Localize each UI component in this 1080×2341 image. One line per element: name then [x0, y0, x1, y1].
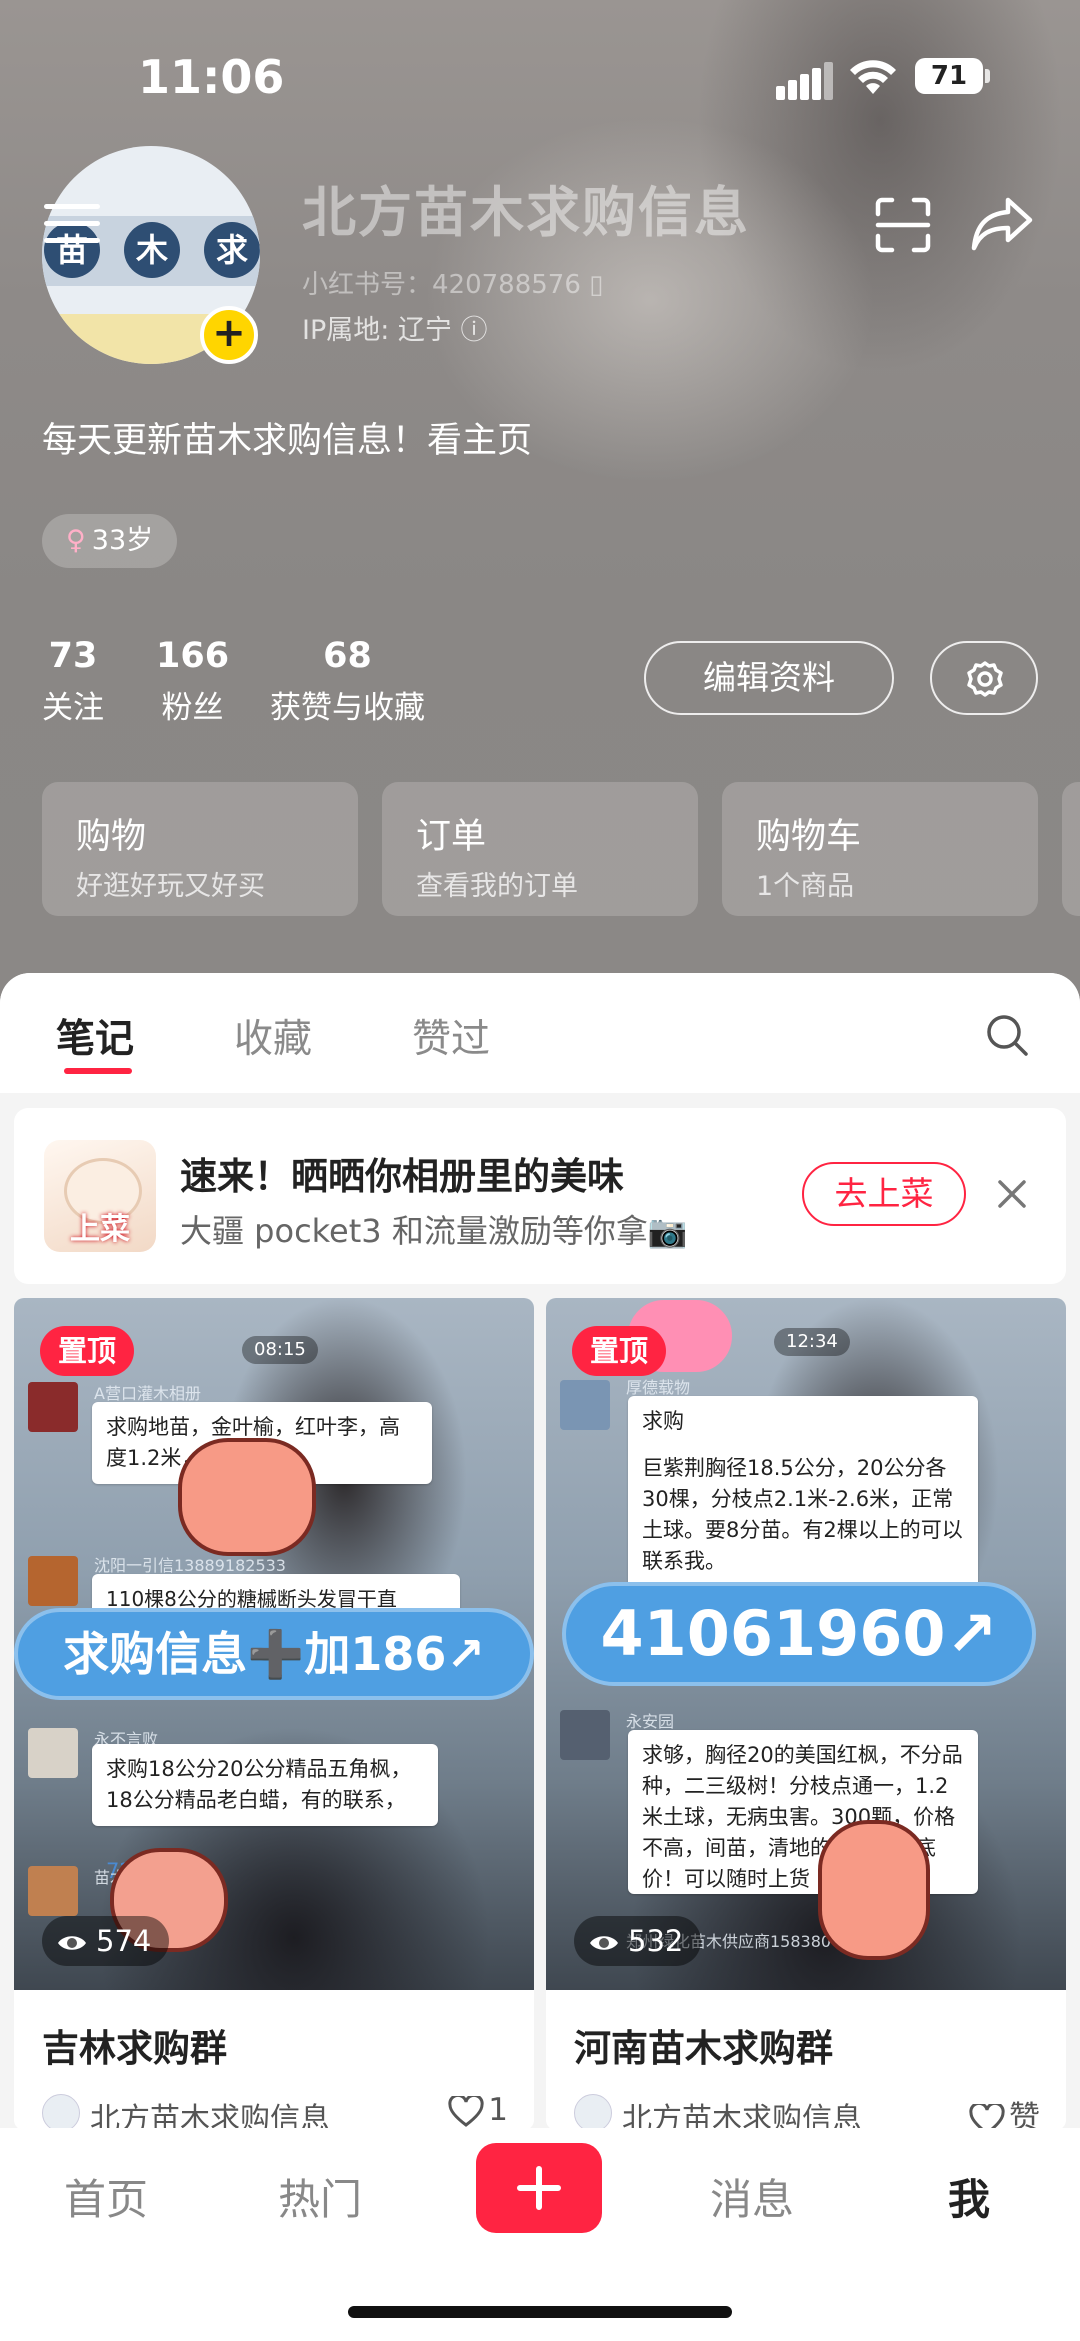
- scan-icon[interactable]: [874, 196, 932, 254]
- cellular-signal-icon: [776, 60, 833, 100]
- shortcut-shopping[interactable]: 购物 好逛好玩又好买: [42, 782, 358, 916]
- search-icon[interactable]: [984, 1012, 1030, 1058]
- tab-bar: [0, 973, 1080, 1093]
- thumbs-up-sticker: [818, 1820, 930, 1960]
- avatar-char: 木: [124, 222, 180, 278]
- close-icon[interactable]: [992, 1174, 1032, 1214]
- nav-trending[interactable]: 热门: [278, 2166, 362, 2227]
- tab-notes[interactable]: 笔记: [56, 1008, 134, 1064]
- home-indicator: [348, 2306, 732, 2318]
- tab-liked[interactable]: 赞过: [412, 1008, 490, 1064]
- view-count: 574: [42, 1916, 170, 1966]
- wifi-icon: [850, 60, 896, 94]
- promo-title: 速来！晒晒你相册里的美味: [180, 1155, 624, 1198]
- promo-action-button[interactable]: 去上菜: [802, 1162, 966, 1226]
- nav-home[interactable]: 首页: [64, 2166, 148, 2227]
- pinned-badge: 置顶: [572, 1326, 666, 1376]
- share-icon[interactable]: [970, 194, 1034, 254]
- note-card-henan[interactable]: 12:34 厚德载物 求购 巨紫荆胸径18.5公分，20公分各30棵，分枝点2.…: [546, 1298, 1066, 2130]
- gear-icon: [967, 661, 1003, 697]
- edit-profile-button[interactable]: 编辑资料: [644, 641, 894, 715]
- like-button[interactable]: 赞: [969, 2092, 1040, 2130]
- author-avatar[interactable]: [42, 2094, 80, 2130]
- shortcut-cart[interactable]: 购物车 1个商品: [722, 782, 1038, 916]
- pointing-hand-sticker: [178, 1438, 316, 1556]
- note-author[interactable]: 北方苗木求购信息: [622, 2094, 862, 2130]
- active-tab-indicator: [64, 1068, 132, 1074]
- plus-icon: [517, 2166, 561, 2210]
- note-cover-image: 08:15 A营口灌木相册 求购地苗，金叶榆，红叶李，高度1.2米， 沈阳一引信…: [14, 1298, 534, 1990]
- note-title: 吉林求购群: [42, 2027, 227, 2070]
- promo-thumbnail: 上菜: [44, 1140, 156, 1252]
- shortcut-more[interactable]: [1062, 782, 1080, 916]
- eye-icon: [58, 1936, 86, 1950]
- shortcut-orders[interactable]: 订单 查看我的订单: [382, 782, 698, 916]
- heart-icon: [969, 2101, 1005, 2130]
- note-author[interactable]: 北方苗木求购信息: [90, 2094, 330, 2130]
- age-badge: ♀ 33岁: [42, 514, 178, 568]
- author-avatar[interactable]: [574, 2094, 612, 2130]
- profile-bio: 每天更新苗木求购信息！看主页: [42, 421, 533, 461]
- add-avatar-button[interactable]: +: [200, 306, 258, 364]
- stat-following[interactable]: 73 关注: [42, 636, 104, 727]
- eye-icon: [590, 1936, 618, 1950]
- profile-name: 北方苗木求购信息: [302, 181, 750, 244]
- ip-location[interactable]: IP属地: 辽宁 ⓘ: [302, 308, 488, 347]
- battery-indicator: 71: [915, 58, 983, 94]
- like-button[interactable]: 1: [448, 2092, 508, 2128]
- stat-likes-collects[interactable]: 68 获赞与收藏: [270, 636, 425, 727]
- post-button[interactable]: [476, 2143, 602, 2233]
- note-card-jilin[interactable]: 08:15 A营口灌木相册 求购地苗，金叶榆，红叶李，高度1.2米， 沈阳一引信…: [14, 1298, 534, 2130]
- view-count: 532: [574, 1916, 702, 1966]
- female-icon: ♀: [66, 525, 86, 556]
- nav-me[interactable]: 我: [948, 2166, 990, 2227]
- settings-button[interactable]: [930, 641, 1038, 715]
- battery-tip: [985, 69, 990, 83]
- account-id[interactable]: 小红书号：420788576 ▯: [302, 264, 603, 301]
- pinned-badge: 置顶: [40, 1326, 134, 1376]
- heart-icon: [448, 2093, 484, 2127]
- note-title: 河南苗木求购群: [574, 2027, 833, 2070]
- tab-collections[interactable]: 收藏: [234, 1008, 312, 1064]
- menu-icon[interactable]: [44, 204, 100, 244]
- stat-followers[interactable]: 166 粉丝: [156, 636, 229, 727]
- status-time: 11:06: [138, 50, 285, 104]
- avatar-char: 求: [204, 222, 260, 278]
- nav-messages[interactable]: 消息: [710, 2166, 794, 2227]
- note-cover-image: 12:34 厚德载物 求购 巨紫荆胸径18.5公分，20公分各30棵，分枝点2.…: [546, 1298, 1066, 1990]
- note-banner: 41061960↗: [562, 1582, 1036, 1686]
- note-banner: 求购信息➕加186↗: [14, 1608, 534, 1700]
- promo-subtitle: 大疆 pocket3 和流量激励等你拿📷: [180, 1212, 688, 1250]
